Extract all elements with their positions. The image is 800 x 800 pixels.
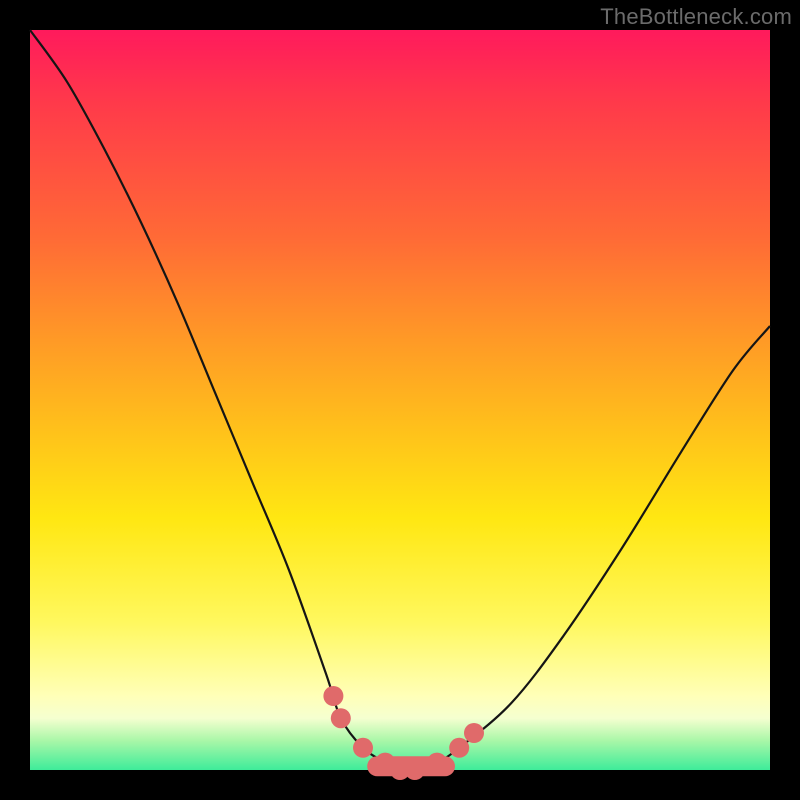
highlight-markers [323, 686, 484, 780]
highlight-point [331, 708, 351, 728]
plot-area [30, 30, 770, 770]
highlight-point [449, 738, 469, 758]
highlight-point [353, 738, 373, 758]
curve-layer [30, 30, 770, 770]
highlight-point [405, 760, 425, 780]
highlight-point [464, 723, 484, 743]
highlight-point [427, 753, 447, 773]
watermark-text: TheBottleneck.com [600, 4, 792, 30]
chart-frame: TheBottleneck.com [0, 0, 800, 800]
bottleneck-curve [30, 30, 770, 771]
highlight-point [323, 686, 343, 706]
